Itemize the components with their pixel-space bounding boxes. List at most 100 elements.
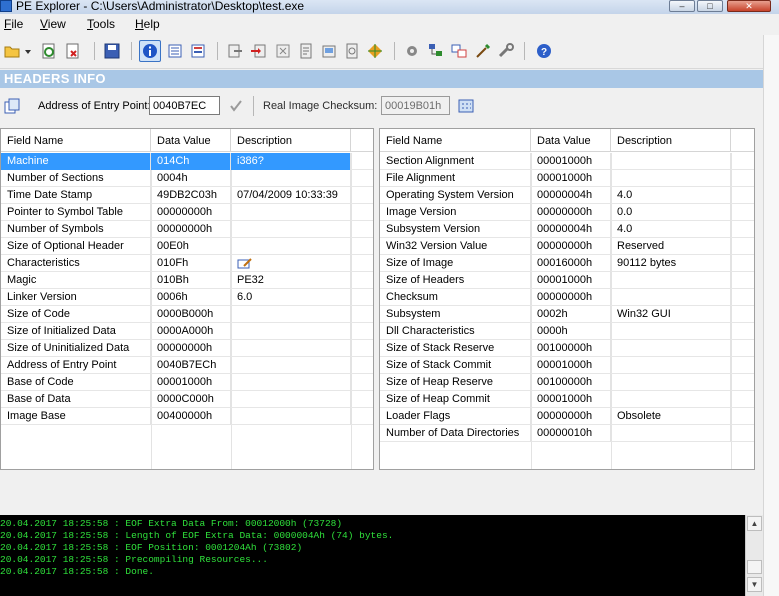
data-value-cell: 00001000h <box>531 272 611 289</box>
syntax-icon[interactable] <box>450 42 468 60</box>
save-icon[interactable] <box>103 42 121 60</box>
field-name-cell: Size of Headers <box>380 272 531 289</box>
wizard-icon[interactable] <box>474 42 492 60</box>
open-folder-icon[interactable] <box>3 42 21 60</box>
resources-icon[interactable] <box>274 42 292 60</box>
table-row[interactable]: Number of Data Directories 00000010h <box>380 425 754 442</box>
data-value-cell: 00000000h <box>531 204 611 221</box>
description-cell <box>231 340 351 357</box>
scroll-down-icon[interactable]: ▼ <box>747 577 762 592</box>
file-header-table: Field Name Data Value Description Machin… <box>0 128 374 470</box>
disassembler-icon[interactable] <box>320 42 338 60</box>
field-name-cell: Image Base <box>1 408 151 425</box>
table-row[interactable]: Size of Stack Reserve 00100000h <box>380 340 754 357</box>
table-row[interactable]: Number of Sections 0004h <box>1 170 373 187</box>
tree-icon[interactable] <box>427 42 445 60</box>
section-headers-icon[interactable] <box>189 42 207 60</box>
table-row[interactable]: Characteristics 010Fh <box>1 255 373 272</box>
log-line: 20.04.2017 18:25:58 : Length of EOF Extr… <box>0 530 394 541</box>
export-icon[interactable] <box>226 42 244 60</box>
data-value-cell: 0000A000h <box>151 323 231 340</box>
table-row[interactable]: Size of Stack Commit 00001000h <box>380 357 754 374</box>
minimize-button[interactable]: – <box>669 0 695 12</box>
window-title: PE Explorer - C:\Users\Administrator\Des… <box>16 0 305 13</box>
entry-point-input[interactable] <box>149 96 220 115</box>
table-row[interactable]: Operating System Version 00000004h 4.0 <box>380 187 754 204</box>
address-row: Address of Entry Point: Real Image Check… <box>0 90 779 122</box>
table-row[interactable]: Size of Heap Reserve 00100000h <box>380 374 754 391</box>
maximize-button[interactable]: □ <box>697 0 723 12</box>
table-row[interactable]: Loader Flags 00000000h Obsolete <box>380 408 754 425</box>
edit-icon[interactable] <box>237 258 253 272</box>
menu-tools[interactable]: Tools <box>87 17 115 31</box>
data-value-cell: 00016000h <box>531 255 611 272</box>
menu-help[interactable]: Help <box>135 17 160 31</box>
column-header-data-value[interactable]: Data Value <box>151 129 231 152</box>
dropdown-arrow-icon[interactable] <box>23 42 33 60</box>
table-row[interactable]: Dll Characteristics 0000h <box>380 323 754 340</box>
table-row[interactable]: Number of Symbols 00000000h <box>1 221 373 238</box>
description-cell: 07/04/2009 10:33:39 <box>231 187 351 204</box>
table-row[interactable]: Pointer to Symbol Table 00000000h <box>1 204 373 221</box>
resource-editor-icon[interactable] <box>297 42 315 60</box>
column-header-field-name[interactable]: Field Name <box>1 129 151 152</box>
scroll-thumb[interactable] <box>747 560 762 574</box>
table-row[interactable]: Base of Data 0000C000h <box>1 391 373 408</box>
log-scrollbar[interactable]: ▲ ▼ <box>745 515 763 596</box>
help-icon[interactable]: ? <box>535 42 553 60</box>
column-header-data-value[interactable]: Data Value <box>531 129 611 152</box>
table-row[interactable]: Image Base 00400000h <box>1 408 373 425</box>
table-row[interactable]: Image Version 00000000h 0.0 <box>380 204 754 221</box>
close-window-button[interactable]: ✕ <box>727 0 771 12</box>
table-row[interactable]: Size of Initialized Data 0000A000h <box>1 323 373 340</box>
log-line: 20.04.2017 18:25:58 : Done. <box>0 566 154 577</box>
table-row[interactable]: Address of Entry Point 0040B7ECh <box>1 357 373 374</box>
column-header-description[interactable]: Description <box>611 129 731 152</box>
scroll-up-icon[interactable]: ▲ <box>747 516 762 531</box>
table-row[interactable]: Magic 010Bh PE32 <box>1 272 373 289</box>
table-row[interactable]: Time Date Stamp 49DB2C03h 07/04/2009 10:33… <box>1 187 373 204</box>
table-row[interactable]: Size of Code 0000B000h <box>1 306 373 323</box>
column-header-description[interactable]: Description <box>231 129 351 152</box>
tools-icon[interactable] <box>497 42 515 60</box>
table-row[interactable]: Win32 Version Value 00000000h Reserved <box>380 238 754 255</box>
data-directories-icon[interactable] <box>166 42 184 60</box>
table-row[interactable]: Subsystem 0002h Win32 GUI <box>380 306 754 323</box>
table-row[interactable]: Size of Heap Commit 00001000h <box>380 391 754 408</box>
optional-header-table: Field Name Data Value Description Sectio… <box>379 128 755 470</box>
field-name-cell: Size of Initialized Data <box>1 323 151 340</box>
dependency-icon[interactable] <box>343 42 361 60</box>
table-row[interactable]: Machine 014Ch i386? <box>1 153 373 170</box>
reload-icon[interactable] <box>40 42 58 60</box>
table-row[interactable]: Size of Image 00016000h 90112 bytes <box>380 255 754 272</box>
apply-check-icon[interactable] <box>228 98 244 114</box>
description-cell <box>231 306 351 323</box>
table-header: Field Name Data Value Description <box>380 129 754 152</box>
table-row[interactable]: Size of Headers 00001000h <box>380 272 754 289</box>
column-header-field-name[interactable]: Field Name <box>380 129 531 152</box>
table-row[interactable]: Section Alignment 00001000h <box>380 153 754 170</box>
properties-icon[interactable] <box>403 42 421 60</box>
menu-view[interactable]: View <box>40 17 66 31</box>
close-file-icon[interactable] <box>64 42 82 60</box>
calculator-icon[interactable] <box>457 98 475 114</box>
copy-icon[interactable] <box>3 97 21 115</box>
field-name-cell: Number of Symbols <box>1 221 151 238</box>
headers-info-icon[interactable] <box>139 40 161 62</box>
plugins-icon[interactable] <box>366 42 384 60</box>
table-row[interactable]: Subsystem Version 00000004h 4.0 <box>380 221 754 238</box>
menu-file[interactable]: File <box>4 17 23 31</box>
table-row[interactable]: Checksum 00000000h <box>380 289 754 306</box>
data-value-cell: 00001000h <box>531 170 611 187</box>
import-icon[interactable] <box>250 42 268 60</box>
description-cell <box>231 238 351 255</box>
table-row[interactable]: Linker Version 0006h 6.0 <box>1 289 373 306</box>
splitter[interactable] <box>0 470 779 515</box>
log-panel[interactable]: 20.04.2017 18:25:58 : EOF Extra Data Fro… <box>0 515 745 596</box>
table-row[interactable]: Base of Code 00001000h <box>1 374 373 391</box>
table-row[interactable]: Size of Uninitialized Data 00000000h <box>1 340 373 357</box>
table-row[interactable]: Size of Optional Header 00E0h <box>1 238 373 255</box>
field-name-cell: Linker Version <box>1 289 151 306</box>
description-cell: Win32 GUI <box>611 306 731 323</box>
table-row[interactable]: File Alignment 00001000h <box>380 170 754 187</box>
